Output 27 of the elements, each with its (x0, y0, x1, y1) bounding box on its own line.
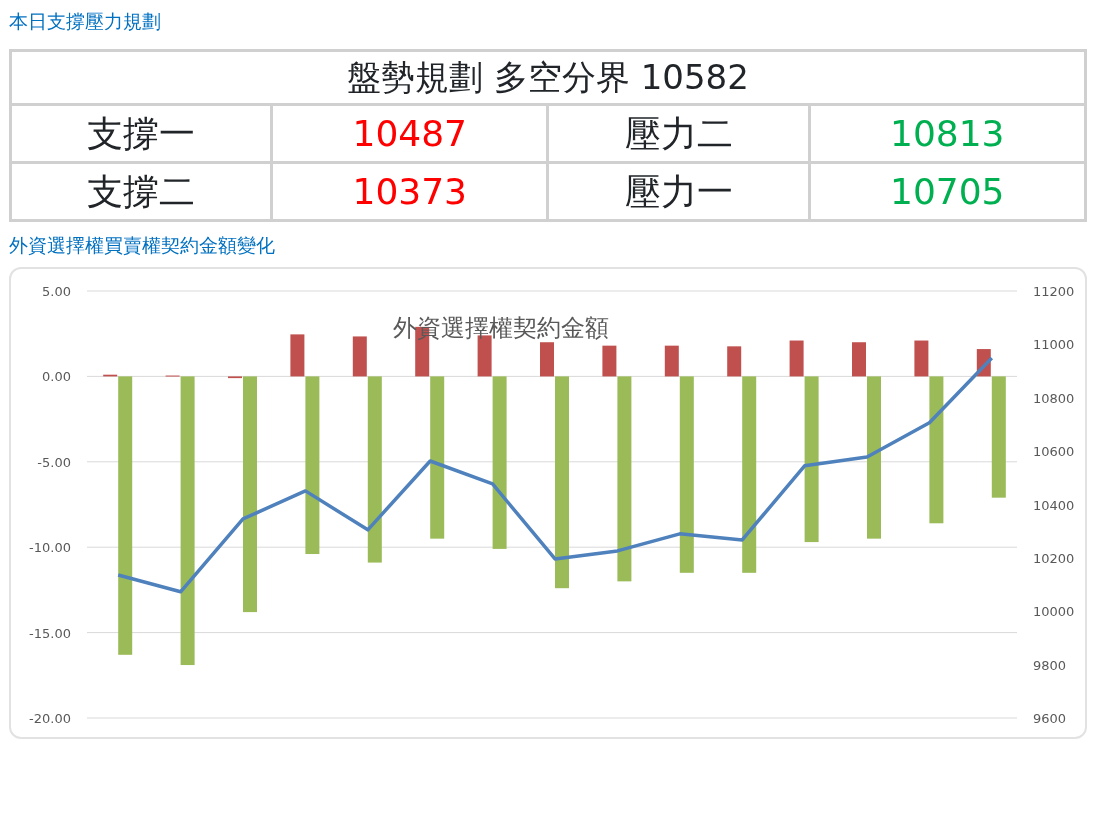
price-cell: 10813 (809, 104, 1086, 163)
price-cell: 10373 (271, 162, 548, 221)
axis-label: -5.00 (37, 454, 71, 470)
axis-label: 10000 (1033, 604, 1075, 620)
price-cell: 10705 (809, 162, 1086, 221)
axis-label: -20.00 (29, 711, 71, 726)
axis-label: -15.00 (29, 625, 71, 641)
axis-label: 10600 (1033, 444, 1075, 460)
label-cell: 支撐二 (10, 162, 272, 221)
axis-label: 10800 (1033, 390, 1075, 406)
axis-label: 5.00 (42, 284, 71, 299)
axis-label: 10400 (1033, 497, 1075, 513)
axis-label: 11000 (1033, 337, 1075, 353)
label-cell: 支撐一 (10, 104, 272, 163)
label-cell: 壓力二 (548, 104, 810, 163)
label-cell: 壓力一 (548, 162, 810, 221)
axis-label: 9600 (1033, 711, 1067, 726)
axis-label: 10200 (1033, 550, 1075, 566)
table-caption: 盤勢規劃 多空分界 10582 (10, 50, 1086, 105)
price-cell: 10487 (271, 104, 548, 163)
axis-label: 0.00 (42, 369, 71, 385)
chart-title: 外資選擇權契約金額 (393, 314, 609, 342)
axis-label: 11200 (1033, 284, 1075, 299)
axis-label: 9800 (1033, 657, 1067, 673)
axis-label: -10.00 (29, 540, 71, 556)
section-heading: 外資選擇權買賣權契約金額變化 (9, 233, 275, 258)
section-heading: 本日支撐壓力規劃 (9, 9, 161, 34)
